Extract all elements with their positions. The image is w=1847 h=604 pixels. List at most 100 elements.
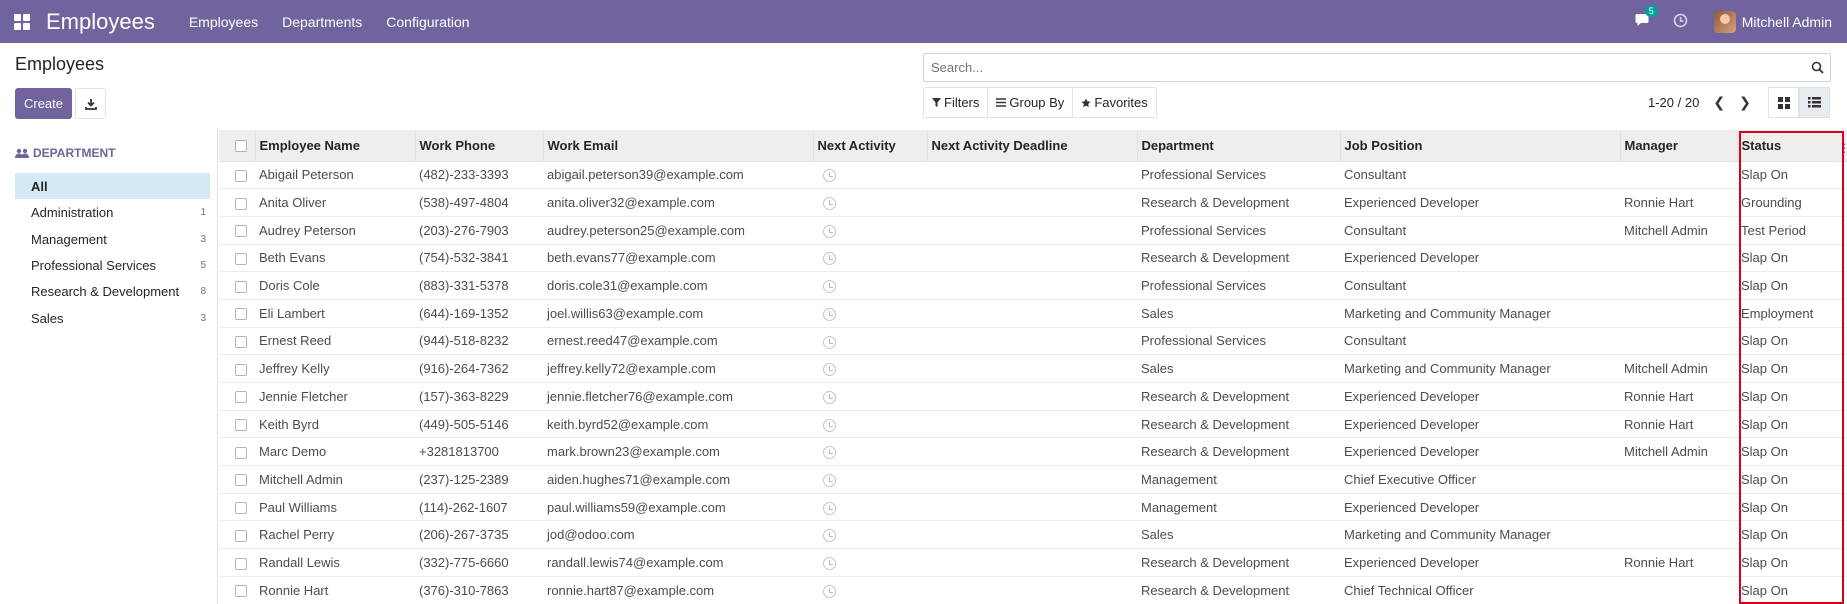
activity-clock-icon[interactable] [823, 252, 836, 266]
department-cell[interactable]: Research & Development [1137, 437, 1340, 466]
table-row[interactable]: Anita Oliver (538)-497-4804 anita.oliver32… [219, 188, 1847, 217]
department-cell[interactable]: Sales [1137, 520, 1340, 549]
table-row[interactable]: Mitchell Admin (237)-125-2389 aiden.hughes… [219, 465, 1847, 494]
kanban-view-button[interactable] [1768, 87, 1799, 118]
table-row[interactable]: Eli Lambert (644)-169-1352 joel.willis63@e… [219, 298, 1847, 328]
work-email-cell[interactable]: audrey.peterson25@example.com [543, 215, 813, 245]
work-phone-cell[interactable]: +3281813700 [415, 437, 543, 466]
activity-clock-icon[interactable] [823, 307, 836, 321]
department-cell[interactable]: Research & Development [1137, 409, 1340, 438]
next-activity-deadline-cell[interactable] [927, 188, 1137, 217]
work-email-cell[interactable]: joel.willis63@example.com [543, 298, 813, 328]
next-activity-deadline-cell[interactable] [927, 298, 1137, 328]
work-phone-cell[interactable]: (206)-267-3735 [415, 520, 543, 549]
status-cell[interactable]: Slap On [1737, 492, 1847, 521]
status-cell[interactable]: Slap On [1737, 354, 1847, 383]
status-cell[interactable]: Slap On [1737, 326, 1847, 355]
job-position-cell[interactable]: Marketing and Community Manager [1340, 298, 1620, 328]
row-checkbox[interactable] [235, 252, 247, 265]
job-position-cell[interactable]: Marketing and Community Manager [1340, 354, 1620, 383]
column-header-next-activity-deadline[interactable]: Next Activity Deadline [926, 130, 1137, 162]
row-checkbox[interactable] [235, 169, 247, 182]
manager-cell[interactable] [1620, 465, 1737, 494]
menu-employees[interactable]: Employees [189, 14, 258, 30]
favorites-button[interactable]: Favorites [1073, 88, 1156, 117]
employee-name-cell[interactable]: Doris Cole [255, 271, 415, 300]
column-header-work-email[interactable]: Work Email [542, 130, 813, 162]
activity-clock-icon[interactable] [823, 335, 836, 349]
sidebar-item-management[interactable]: Management 3 [15, 226, 210, 252]
next-activity-deadline-cell[interactable] [927, 575, 1137, 604]
work-email-cell[interactable]: paul.williams59@example.com [543, 492, 813, 521]
next-activity-deadline-cell[interactable] [927, 271, 1137, 300]
create-button[interactable]: Create [15, 88, 72, 119]
messaging-icon[interactable]: 5 [1635, 5, 1658, 30]
status-cell[interactable]: Slap On [1737, 243, 1847, 272]
table-row[interactable]: Ronnie Hart (376)-310-7863 ronnie.hart87@e… [219, 575, 1847, 604]
job-position-cell[interactable]: Experienced Developer [1340, 437, 1620, 466]
activity-clock-icon[interactable] [823, 224, 836, 238]
menu-departments[interactable]: Departments [282, 14, 362, 30]
table-row[interactable]: Abigail Peterson (482)-233-3393 abigail.pe… [219, 160, 1847, 189]
column-header-manager[interactable]: Manager [1619, 130, 1737, 162]
department-cell[interactable]: Management [1137, 492, 1340, 521]
filters-button[interactable]: Filters [924, 88, 989, 117]
employee-name-cell[interactable]: Paul Williams [255, 492, 415, 521]
table-row[interactable]: Rachel Perry (206)-267-3735 jod@odoo.com Sa… [219, 520, 1847, 549]
department-cell[interactable]: Professional Services [1137, 271, 1340, 300]
employee-name-cell[interactable]: Audrey Peterson [255, 215, 415, 245]
activity-clock-icon[interactable] [823, 363, 836, 377]
search-input[interactable] [931, 60, 1804, 75]
next-activity-deadline-cell[interactable] [927, 354, 1137, 383]
job-position-cell[interactable]: Experienced Developer [1340, 243, 1620, 272]
row-checkbox[interactable] [235, 197, 247, 210]
next-activity-deadline-cell[interactable] [927, 160, 1137, 189]
column-header-employee-name[interactable]: Employee Name [254, 130, 415, 162]
work-phone-cell[interactable]: (203)-276-7903 [415, 215, 543, 245]
work-email-cell[interactable]: ronnie.hart87@example.com [543, 575, 813, 604]
manager-cell[interactable]: Ronnie Hart [1620, 548, 1737, 577]
table-row[interactable]: Ernest Reed (944)-518-8232 ernest.reed47@e… [219, 326, 1847, 355]
next-activity-deadline-cell[interactable] [927, 243, 1137, 272]
row-checkbox[interactable] [235, 280, 247, 293]
employee-name-cell[interactable]: Ronnie Hart [255, 575, 415, 604]
manager-cell[interactable] [1620, 492, 1737, 521]
row-checkbox[interactable] [235, 363, 247, 376]
activity-clock-icon[interactable] [823, 197, 836, 211]
manager-cell[interactable]: Ronnie Hart [1620, 409, 1737, 438]
work-phone-cell[interactable]: (754)-532-3841 [415, 243, 543, 272]
manager-cell[interactable]: Mitchell Admin [1620, 354, 1737, 383]
department-cell[interactable]: Management [1137, 465, 1340, 494]
row-checkbox[interactable] [235, 308, 247, 321]
job-position-cell[interactable]: Consultant [1340, 160, 1620, 189]
status-cell[interactable]: Slap On [1737, 382, 1847, 411]
app-title[interactable]: Employees [46, 9, 155, 35]
user-avatar[interactable] [1713, 10, 1736, 33]
employee-name-cell[interactable]: Mitchell Admin [255, 465, 415, 494]
work-email-cell[interactable]: anita.oliver32@example.com [543, 188, 813, 217]
department-cell[interactable]: Research & Development [1137, 382, 1340, 411]
work-phone-cell[interactable]: (482)-233-3393 [415, 160, 543, 189]
activity-clock-icon[interactable] [823, 529, 836, 543]
manager-cell[interactable] [1620, 160, 1737, 189]
work-email-cell[interactable]: abigail.peterson39@example.com [543, 160, 813, 189]
app-menu-icon[interactable] [0, 0, 44, 43]
employee-name-cell[interactable]: Abigail Peterson [255, 160, 415, 189]
job-position-cell[interactable]: Chief Executive Officer [1340, 465, 1620, 494]
status-cell[interactable]: Slap On [1737, 409, 1847, 438]
activity-clock-icon[interactable] [823, 280, 836, 294]
activity-clock-icon[interactable] [1673, 13, 1688, 31]
select-all-checkbox[interactable] [235, 140, 247, 153]
table-row[interactable]: Paul Williams (114)-262-1607 paul.williams… [219, 492, 1847, 521]
row-checkbox[interactable] [235, 225, 247, 238]
manager-cell[interactable] [1620, 243, 1737, 272]
work-phone-cell[interactable]: (883)-331-5378 [415, 271, 543, 300]
department-cell[interactable]: Professional Services [1137, 326, 1340, 355]
user-menu[interactable]: Mitchell Admin [1742, 14, 1832, 30]
manager-cell[interactable] [1620, 298, 1737, 328]
next-activity-deadline-cell[interactable] [927, 465, 1137, 494]
table-row[interactable]: Jennie Fletcher (157)-363-8229 jennie.flet… [219, 382, 1847, 411]
row-checkbox[interactable] [235, 336, 247, 349]
work-email-cell[interactable]: beth.evans77@example.com [543, 243, 813, 272]
row-checkbox[interactable] [235, 446, 247, 459]
